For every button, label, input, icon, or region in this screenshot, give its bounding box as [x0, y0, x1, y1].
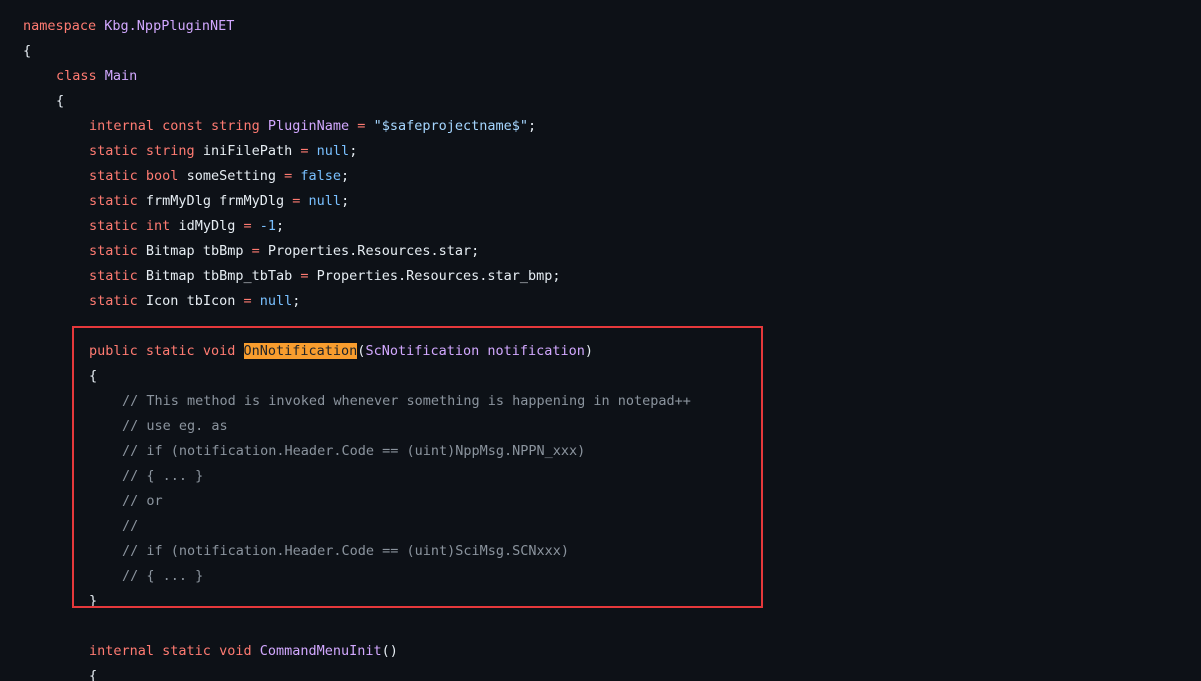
brace-open: {	[56, 93, 65, 109]
null-literal: null	[259, 293, 293, 309]
null-literal: null	[316, 143, 350, 159]
keyword-class: class	[56, 68, 97, 84]
keyword-namespace: namespace	[23, 18, 97, 34]
field-name: tbBmp_tbTab	[202, 268, 293, 284]
code-line-field-inifilepath: static string iniFilePath = null;	[89, 143, 358, 159]
field-value: Properties.Resources.star_bmp;	[316, 268, 561, 284]
type-string: string	[210, 118, 260, 134]
namespace-name: Kbg.NppPluginNET	[104, 18, 235, 34]
code-line-field-idmydlg: static int idMyDlg = -1;	[89, 218, 285, 234]
method-parens: ()	[381, 643, 398, 659]
param-name: notification	[487, 343, 585, 359]
keyword-const: const	[162, 118, 203, 134]
code-line-field-somesetting: static bool someSetting = false;	[89, 168, 350, 184]
keyword-static: static	[162, 643, 211, 659]
code-view: namespace Kbg.NppPluginNET { class Main …	[0, 0, 1201, 681]
field-name: someSetting	[186, 168, 276, 184]
number-literal: -1	[259, 218, 277, 234]
code-line-class: class Main	[56, 66, 137, 86]
field-value: Properties.Resources.star;	[267, 243, 480, 259]
keyword-void: void	[202, 343, 236, 359]
code-comment: // { ... }	[122, 568, 204, 584]
type-string: string	[145, 143, 195, 159]
method-name-highlighted[interactable]: OnNotification	[243, 343, 358, 359]
keyword-static: static	[89, 143, 138, 159]
code-line-namespace: namespace Kbg.NppPluginNET	[23, 16, 234, 36]
string-literal: "$safeprojectname$"	[373, 118, 529, 134]
code-comment: // or	[122, 493, 163, 509]
type-name: Bitmap	[145, 268, 195, 284]
field-name: frmMyDlg	[219, 193, 285, 209]
code-line-method-brace-open: {	[89, 366, 97, 386]
method-name: CommandMenuInit	[259, 643, 382, 659]
field-name: iniFilePath	[202, 143, 293, 159]
code-comment: //	[122, 518, 139, 534]
keyword-public: public	[89, 343, 138, 359]
keyword-static: static	[89, 193, 138, 209]
keyword-internal: internal	[89, 643, 155, 659]
code-line-brace-open-bottom: {	[89, 666, 97, 681]
type-name: Icon	[145, 293, 179, 309]
code-line-field-tbbmp-tbtab: static Bitmap tbBmp_tbTab = Properties.R…	[89, 268, 561, 284]
field-name: PluginName	[267, 118, 350, 134]
code-comment: // This method is invoked whenever somet…	[122, 393, 691, 409]
keyword-static: static	[89, 243, 138, 259]
false-literal: false	[300, 168, 342, 184]
keyword-void: void	[219, 643, 252, 659]
keyword-static: static	[89, 218, 138, 234]
code-line-class-brace-open: {	[56, 91, 64, 111]
code-line-brace-open: {	[23, 41, 31, 61]
code-line-method-onnotification: public static void OnNotification(ScNoti…	[89, 343, 594, 359]
param-type: ScNotification	[365, 343, 480, 359]
type-name: frmMyDlg	[145, 193, 211, 209]
code-comment: // { ... }	[122, 468, 204, 484]
code-comment: // if (notification.Header.Code == (uint…	[122, 443, 586, 459]
keyword-static: static	[89, 268, 138, 284]
brace-close: }	[89, 593, 98, 609]
code-line-method-commandmenuinit: internal static void CommandMenuInit()	[89, 641, 398, 661]
type-int: int	[145, 218, 171, 234]
code-line-field-pluginname: internal const string PluginName = "$saf…	[89, 118, 537, 134]
field-name: idMyDlg	[178, 218, 236, 234]
code-line-field-tbbmp: static Bitmap tbBmp = Properties.Resourc…	[89, 243, 480, 259]
keyword-static: static	[89, 168, 138, 184]
code-line-field-tbicon: static Icon tbIcon = null;	[89, 293, 301, 309]
code-comment: // if (notification.Header.Code == (uint…	[122, 543, 570, 559]
field-name: tbIcon	[186, 293, 236, 309]
code-line-field-frmmydlg: static frmMyDlg frmMyDlg = null;	[89, 193, 350, 209]
brace-open: {	[23, 43, 32, 59]
type-bool: bool	[145, 168, 179, 184]
brace-open: {	[89, 668, 98, 681]
keyword-static: static	[145, 343, 195, 359]
code-line-method-brace-close: }	[89, 591, 97, 611]
code-comment: // use eg. as	[122, 418, 228, 434]
brace-open: {	[89, 368, 98, 384]
class-name: Main	[104, 68, 138, 84]
type-name: Bitmap	[145, 243, 195, 259]
null-literal: null	[308, 193, 342, 209]
field-name: tbBmp	[202, 243, 244, 259]
keyword-static: static	[89, 293, 138, 309]
keyword-internal: internal	[89, 118, 155, 134]
